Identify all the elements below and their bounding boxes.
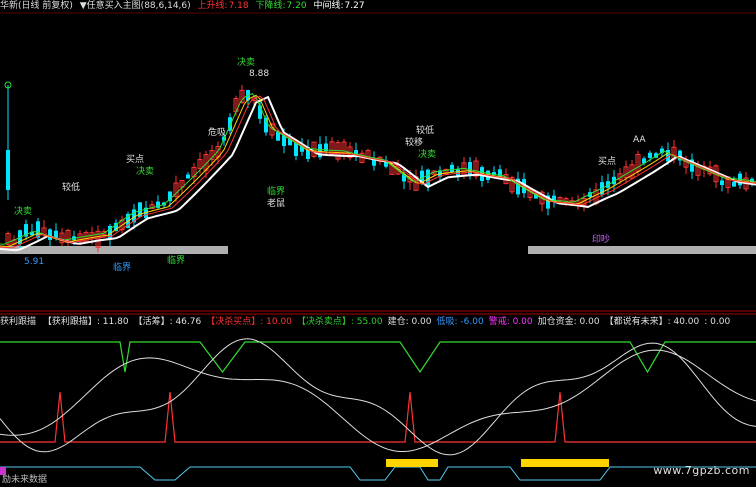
annotation-left-sell: 决卖 bbox=[14, 207, 33, 217]
annotation-ladder-2: 较移 bbox=[405, 138, 424, 148]
yellow-band-1 bbox=[386, 459, 438, 467]
yellow-band-2 bbox=[521, 459, 609, 467]
annotation-low-price: 5.91 bbox=[24, 257, 45, 267]
annotation-ladder: 较低 bbox=[416, 126, 435, 136]
annotation-price-top: 8.88 bbox=[249, 69, 270, 79]
candles bbox=[4, 81, 754, 253]
indicator-white-line-2 bbox=[0, 349, 756, 452]
annotation-buy-3: 买点 bbox=[598, 157, 617, 167]
annotation-critical-1: 临界 bbox=[267, 187, 286, 197]
indicator-canvas[interactable] bbox=[0, 312, 756, 487]
annotation-print: 印吵 bbox=[592, 235, 611, 245]
indicator-white-line-1 bbox=[0, 338, 756, 456]
candle-body bbox=[720, 180, 724, 186]
ma-line-red bbox=[0, 95, 756, 249]
watermark: www.7gpzb.com bbox=[653, 464, 750, 477]
indicator-green-line bbox=[0, 341, 756, 374]
ma-line-yellow bbox=[0, 94, 756, 248]
annotation-critical-3: 临界 bbox=[113, 263, 132, 273]
annotation-critical-2: 临界 bbox=[167, 256, 186, 266]
annotation-buy-1: 买点 bbox=[126, 155, 145, 165]
annotation-aa: AA bbox=[633, 135, 646, 145]
annotation-danger: 危吸 bbox=[208, 128, 227, 138]
annotation-sell-2: 决卖 bbox=[418, 150, 437, 160]
annotation-low-suck: 较低 bbox=[62, 183, 81, 193]
gray-band-left bbox=[0, 246, 228, 254]
gray-band-right bbox=[528, 246, 756, 254]
candle-body bbox=[648, 152, 652, 158]
candle-body bbox=[450, 164, 454, 173]
candle-body bbox=[294, 142, 298, 156]
indicator-cyan-line bbox=[0, 466, 756, 481]
bottom-status-label: 励未来数据 bbox=[2, 475, 48, 485]
indicator-red-line bbox=[0, 391, 756, 443]
annotation-sell-1: 决卖 bbox=[136, 167, 155, 177]
annotation-old-rat: 老鼠 bbox=[267, 199, 286, 209]
annotation-sell-top: 决卖 bbox=[237, 58, 256, 68]
ma-line-white bbox=[0, 95, 756, 252]
candle-body bbox=[732, 181, 736, 187]
candle-body bbox=[48, 229, 52, 240]
candle-body bbox=[186, 174, 190, 179]
indicator-panel[interactable]: 获利跟描 【获利跟描】: 11.80 【活筹】: 46.76 【决杀买点】: 10.… bbox=[0, 312, 756, 487]
main-chart-panel[interactable]: 华新(日线 前复权) ▼任意买入主图(88,6,14,6) 上升线:7.18 下… bbox=[0, 0, 756, 312]
